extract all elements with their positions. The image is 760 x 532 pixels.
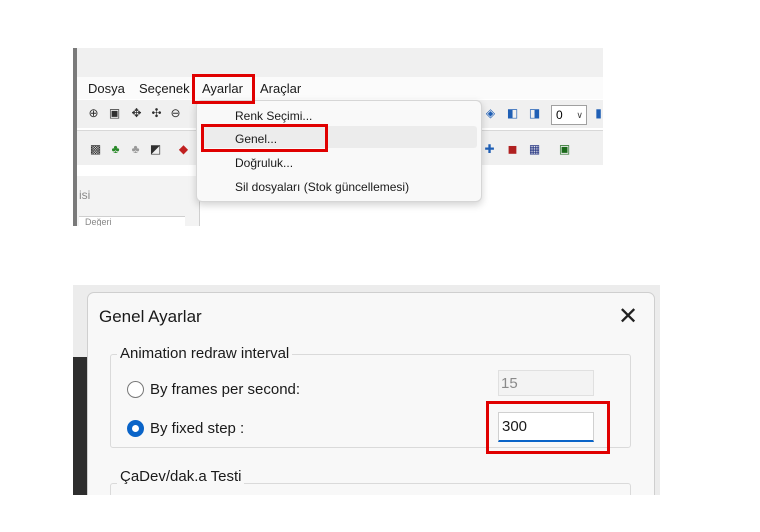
menu-screenshot: Dosya Seçenek Ayarlar Araçlar ⊕ ▣ ✥ ✣ ⊖ … (73, 48, 603, 226)
side-panel-label: isi (79, 188, 91, 202)
tool-c-icon[interactable]: ♣ (128, 142, 143, 157)
genel-ayarlar-dialog: Genel Ayarlar ✕ Animation redraw interva… (87, 292, 655, 495)
fps-radio[interactable] (127, 381, 144, 398)
zoom-in-icon[interactable]: ⊕ (86, 106, 101, 121)
view-3d-icon[interactable]: ◨ (527, 106, 542, 121)
menu-secenek[interactable]: Seçenek (139, 81, 190, 96)
menu-dosya[interactable]: Dosya (88, 81, 125, 96)
pan-icon[interactable]: ✥ (129, 106, 144, 121)
menu-item-dogruluk[interactable]: Doğruluk... (235, 156, 293, 170)
fps-input[interactable]: 15 (498, 370, 594, 396)
window-top-strip (73, 48, 603, 77)
menu-item-sil-dosyalari[interactable]: Sil dosyaları (Stok güncellemesi) (235, 180, 409, 194)
view-box-icon[interactable]: ◧ (505, 106, 520, 121)
toolbar-number-select[interactable]: 0 ∨ (551, 105, 587, 125)
dialog-screenshot: Genel Ayarlar ✕ Animation redraw interva… (73, 285, 660, 495)
tool-e-icon[interactable]: ◆ (176, 142, 191, 157)
test-group-label: ÇaDev/dak.a Testi (117, 468, 245, 485)
tool-a-icon[interactable]: ▩ (88, 142, 103, 157)
side-panel-sublabel: Değeri (79, 216, 185, 226)
tool-b-icon[interactable]: ♣ (108, 142, 123, 157)
view-cube-icon[interactable]: ◈ (483, 106, 498, 121)
rotate-icon[interactable]: ✣ (149, 106, 164, 121)
highlight-box-genel (201, 124, 328, 152)
fps-label: By frames per second: (150, 381, 301, 398)
add-icon[interactable]: ✚ (482, 142, 497, 157)
dialog-title: Genel Ayarlar (99, 307, 202, 326)
background-window-edge (73, 357, 87, 495)
tool-h-icon[interactable]: ▣ (557, 142, 572, 157)
fixed-step-label: By fixed step : (150, 420, 245, 437)
zoom-window-icon[interactable]: ▣ (107, 106, 122, 121)
animation-group-label: Animation redraw interval (117, 345, 293, 362)
side-panel: isi Değeri (77, 176, 200, 226)
toolbar-number-value: 0 (556, 108, 563, 122)
chevron-down-icon: ∨ (576, 110, 583, 120)
tool-g-icon[interactable]: ▦ (527, 142, 542, 157)
tool-f-icon[interactable]: ◼ (505, 142, 520, 157)
highlight-box-fixed-step (486, 401, 610, 454)
close-icon[interactable]: ✕ (618, 302, 638, 331)
highlight-box-ayarlar (192, 74, 255, 104)
zoom-out-icon[interactable]: ⊖ (168, 106, 183, 121)
tool-d-icon[interactable]: ◩ (148, 142, 163, 157)
fixed-step-radio[interactable] (127, 420, 144, 437)
view-blue-icon[interactable]: ▮ (591, 106, 603, 121)
menu-item-renk-secimi[interactable]: Renk Seçimi... (235, 109, 312, 123)
menu-araclar[interactable]: Araçlar (260, 81, 301, 96)
